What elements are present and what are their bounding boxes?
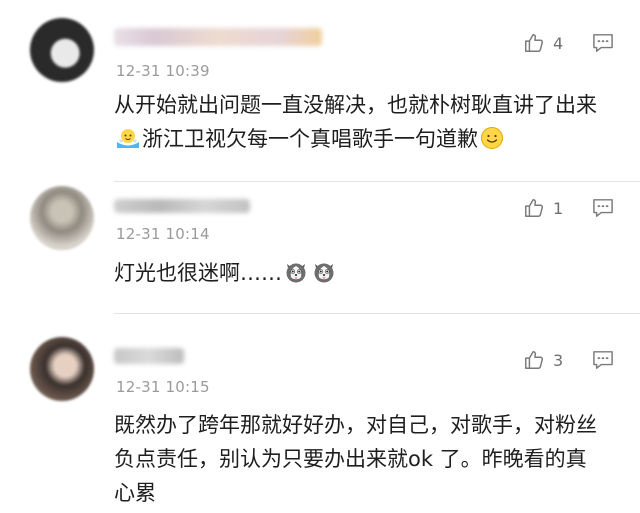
like-count: 3	[553, 350, 564, 370]
comment-3: 12-31 10:15 3 既然办了跨年那就好好办，对自己，对歌手，对粉丝负点责…	[0, 0, 640, 513]
reply-button[interactable]	[592, 350, 614, 374]
timestamp: 12-31 10:15	[116, 378, 210, 396]
comment-bubble-icon	[593, 351, 613, 369]
comment-text: 既然办了跨年那就好好办，对自己，对歌手，对粉丝负点责任，别认为只要办出来就ok …	[114, 413, 597, 505]
avatar[interactable]	[30, 337, 94, 401]
like-button[interactable]: 3	[523, 349, 563, 371]
thumbs-up-icon	[525, 351, 544, 369]
username-blurred[interactable]	[114, 348, 184, 364]
